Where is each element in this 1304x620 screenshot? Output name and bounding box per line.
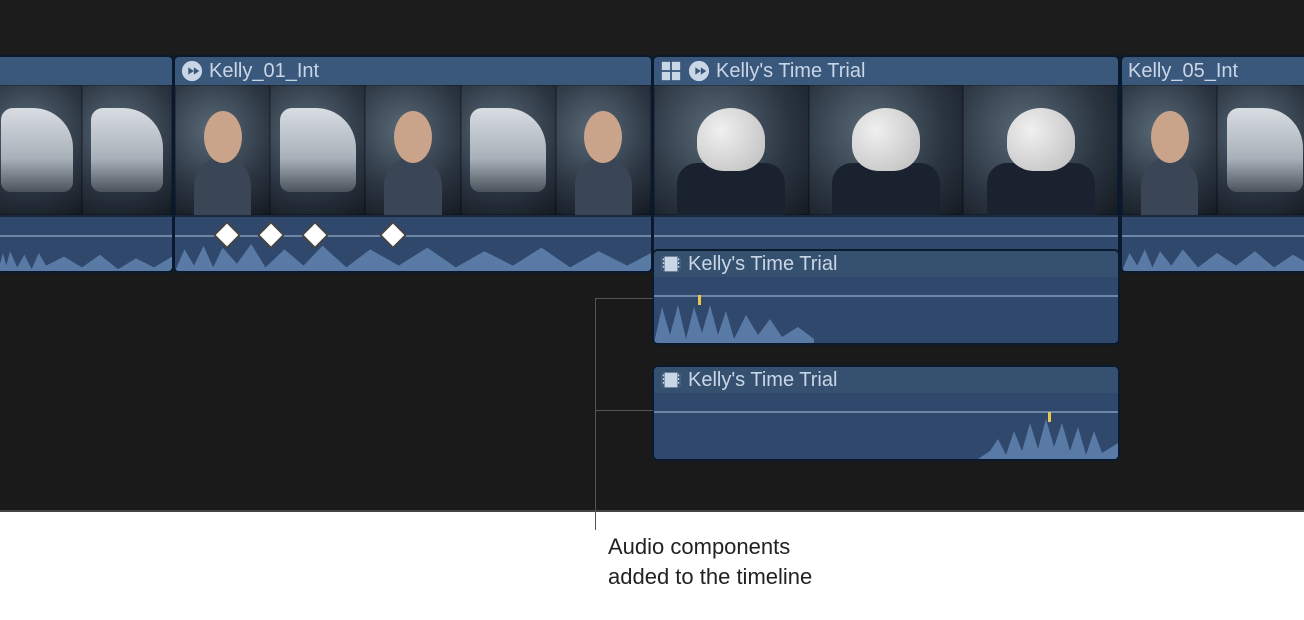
thumbnail-frame — [82, 85, 172, 215]
callout-leader-line — [595, 298, 596, 530]
clip-audio-strip[interactable] — [1122, 215, 1304, 271]
thumbnail-frame — [1122, 85, 1217, 215]
callout-leader-line — [595, 298, 653, 299]
audio-component-title: Kelly's Time Trial — [688, 253, 837, 276]
audio-peak-indicator — [698, 295, 701, 305]
audio-component-body[interactable] — [654, 393, 1118, 459]
clip-thumbnails — [654, 85, 1118, 215]
thumbnail-frame — [654, 85, 809, 215]
compound-clip-icon — [181, 60, 203, 82]
callout-text: Audio components added to the timeline — [608, 532, 812, 591]
filmstrip-icon — [660, 253, 682, 275]
callout-line-2: added to the timeline — [608, 562, 812, 592]
callout-line-1: Audio components — [608, 532, 812, 562]
thumbnail-frame — [175, 85, 270, 215]
filmstrip-icon — [660, 369, 682, 391]
clip-thumbnails — [175, 85, 651, 215]
clip-title: Kelly_01_Int — [209, 60, 319, 83]
clip-header — [0, 57, 172, 85]
audio-peak-indicator — [1048, 412, 1051, 422]
callout-leader-line — [595, 410, 653, 411]
audio-component-header: Kelly's Time Trial — [654, 367, 1118, 393]
clip-thumbnails — [0, 85, 172, 215]
clip-header: Kelly_05_Int — [1122, 57, 1304, 85]
clip-kelly-05-int[interactable]: Kelly_05_Int — [1120, 55, 1304, 273]
thumbnail-frame — [1217, 85, 1304, 215]
clip-title: Kelly_05_Int — [1128, 60, 1238, 83]
clip-left-partial[interactable] — [0, 55, 174, 273]
audio-component-title: Kelly's Time Trial — [688, 369, 837, 392]
audio-component-header: Kelly's Time Trial — [654, 251, 1118, 277]
thumbnail-frame — [0, 85, 82, 215]
audio-waveform — [978, 415, 1118, 459]
clip-kelly-01-int[interactable]: Kelly_01_Int — [173, 55, 653, 273]
timeline-gutter-top — [0, 0, 1304, 55]
compound-clip-icon — [688, 60, 710, 82]
clip-thumbnails — [1122, 85, 1304, 215]
audio-waveform — [175, 235, 651, 271]
audio-waveform — [0, 235, 172, 271]
thumbnail-frame — [963, 85, 1118, 215]
clip-kellys-time-trial[interactable]: Kelly's Time Trial — [652, 55, 1120, 273]
clip-title: Kelly's Time Trial — [716, 60, 865, 83]
audio-component-2[interactable]: Kelly's Time Trial — [652, 365, 1120, 461]
audio-component-1[interactable]: Kelly's Time Trial — [652, 249, 1120, 345]
thumbnail-frame — [809, 85, 964, 215]
clip-audio-strip[interactable] — [175, 215, 651, 271]
audio-waveform — [654, 299, 814, 343]
clip-header: Kelly_01_Int — [175, 57, 651, 85]
thumbnail-frame — [270, 85, 365, 215]
timeline-area[interactable]: Kelly_01_Int — [0, 0, 1304, 512]
thumbnail-frame — [365, 85, 460, 215]
thumbnail-frame — [461, 85, 556, 215]
clip-header: Kelly's Time Trial — [654, 57, 1118, 85]
clip-audio-strip[interactable] — [0, 215, 172, 271]
audio-component-body[interactable] — [654, 277, 1118, 343]
audio-waveform — [1122, 235, 1304, 271]
audio-level-line[interactable] — [654, 295, 1118, 297]
thumbnail-frame — [556, 85, 651, 215]
multicam-clip-icon — [660, 60, 682, 82]
audio-level-line[interactable] — [654, 235, 1118, 237]
